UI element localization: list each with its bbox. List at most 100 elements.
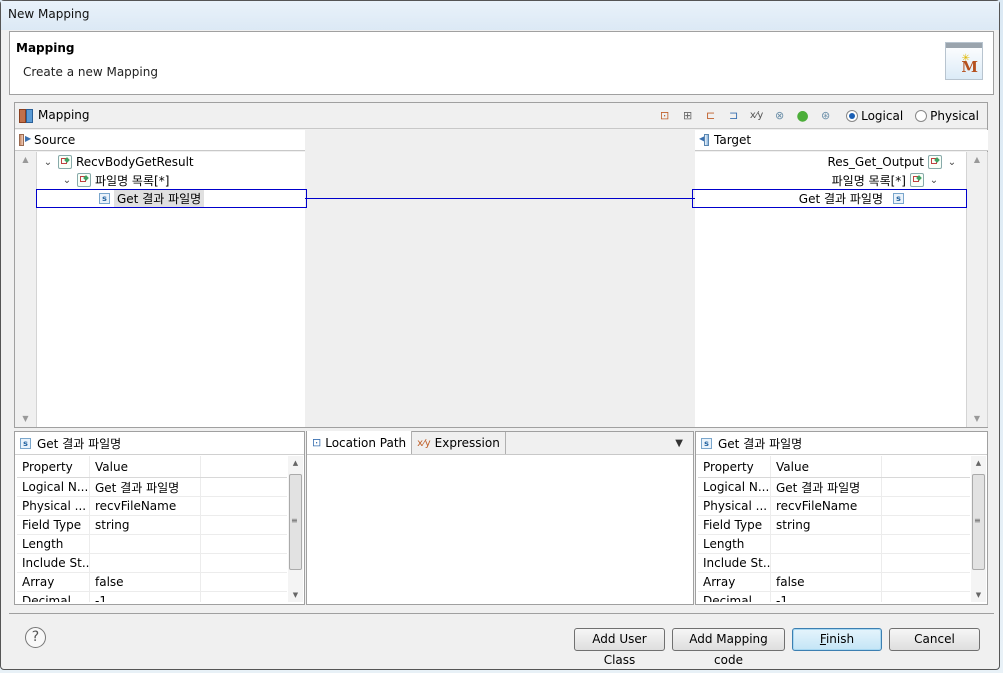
auto-connect-icon[interactable]: ⊞ bbox=[679, 107, 696, 124]
chevron-down-icon[interactable]: ⌄ bbox=[42, 157, 54, 168]
property-name: Decimal bbox=[698, 592, 771, 602]
property-value[interactable]: false bbox=[771, 573, 882, 591]
logical-radio[interactable]: Logical bbox=[846, 109, 903, 123]
target-tree-scrollbar[interactable]: ▲ ▼ bbox=[966, 152, 988, 427]
property-value[interactable]: -1 bbox=[90, 592, 201, 602]
physical-radio-indicator[interactable] bbox=[915, 109, 928, 122]
header-description: Create a new Mapping bbox=[23, 65, 158, 79]
tree-item-label: 파일명 목록[*] bbox=[95, 173, 170, 188]
target-tree[interactable]: ▲ ▼ Res_Get_Output ⌄ 파일명 목록[*] ⌄ Get 결과 … bbox=[692, 152, 988, 427]
table-row[interactable]: Field Type string bbox=[17, 516, 287, 535]
mapping-link-line[interactable] bbox=[305, 198, 695, 199]
scroll-down-icon[interactable]: ▼ bbox=[967, 411, 987, 427]
property-value[interactable] bbox=[90, 554, 201, 572]
property-name: Length bbox=[17, 535, 90, 553]
mapping-canvas[interactable] bbox=[305, 130, 695, 427]
table-row[interactable]: Include St... bbox=[698, 554, 970, 573]
source-properties-scrollbar[interactable]: ▲ ≡ ▼ bbox=[288, 456, 303, 602]
help-icon[interactable]: ? bbox=[25, 627, 46, 648]
property-name: Field Type bbox=[698, 516, 771, 534]
tree-item[interactable]: ⌄ 파일명 목록[*] bbox=[61, 171, 169, 189]
property-value[interactable]: recvFileName bbox=[771, 497, 882, 515]
array-node-icon bbox=[910, 173, 924, 187]
tree-item[interactable]: Get 결과 파일명 s bbox=[799, 189, 904, 207]
property-value[interactable]: -1 bbox=[771, 592, 882, 602]
finish-button[interactable]: Finish bbox=[792, 628, 882, 651]
table-row[interactable]: Include St... bbox=[17, 554, 287, 573]
property-name: Decimal bbox=[17, 592, 90, 602]
scroll-up-icon[interactable]: ▲ bbox=[971, 459, 986, 467]
tree-item-label: Res_Get_Output bbox=[827, 155, 924, 169]
physical-radio[interactable]: Physical bbox=[915, 109, 979, 123]
tree-item[interactable]: 파일명 목록[*] ⌄ bbox=[832, 171, 940, 189]
table-row[interactable]: Logical N... Get 결과 파일명 bbox=[698, 478, 970, 497]
chevron-down-icon[interactable]: ⌄ bbox=[946, 157, 958, 168]
table-row[interactable]: Array false bbox=[17, 573, 287, 592]
tree-item[interactable]: s Get 결과 파일명 bbox=[99, 189, 205, 207]
property-value[interactable]: string bbox=[771, 516, 882, 534]
scroll-down-icon[interactable]: ▼ bbox=[15, 411, 36, 427]
source-tree-scrollbar[interactable]: ▲ ▼ bbox=[15, 152, 37, 427]
green-status-icon[interactable]: ● bbox=[794, 107, 811, 124]
table-row[interactable]: Field Type string bbox=[698, 516, 970, 535]
scroll-up-icon[interactable]: ▲ bbox=[15, 152, 36, 168]
column-header-property[interactable]: Property bbox=[17, 456, 90, 477]
property-value[interactable] bbox=[771, 535, 882, 553]
settings-icon[interactable]: ⊛ bbox=[817, 107, 834, 124]
property-name: Physical ... bbox=[698, 497, 771, 515]
table-row[interactable]: Decimal -1 bbox=[698, 592, 970, 602]
chevron-down-icon[interactable]: ⌄ bbox=[61, 175, 73, 186]
property-value[interactable]: string bbox=[90, 516, 201, 534]
mapping-panel: Mapping ⊡ ⊞ ⊏ ⊐ x⁄y ⊗ ● ⊛ Logical Physic… bbox=[14, 102, 988, 428]
array-node-icon bbox=[77, 173, 91, 187]
group-node-icon bbox=[58, 155, 72, 169]
tab-expression[interactable]: x⁄y Expression bbox=[412, 432, 506, 454]
connect-icon[interactable]: ⊡ bbox=[656, 107, 673, 124]
property-value[interactable]: Get 결과 파일명 bbox=[771, 478, 882, 496]
table-row[interactable]: Length bbox=[17, 535, 287, 554]
tree-item[interactable]: ⌄ RecvBodyGetResult bbox=[42, 153, 194, 171]
property-value[interactable] bbox=[90, 535, 201, 553]
group-node-icon bbox=[928, 155, 942, 169]
tab-label: Expression bbox=[434, 436, 500, 450]
table-row[interactable]: Length bbox=[698, 535, 970, 554]
property-value[interactable]: recvFileName bbox=[90, 497, 201, 515]
property-value[interactable]: false bbox=[90, 573, 201, 591]
table-row[interactable]: Logical N... Get 결과 파일명 bbox=[17, 478, 287, 497]
target-properties-table: Property Value Logical N... Get 결과 파일명 Ph… bbox=[698, 456, 970, 602]
tab-location-path[interactable]: ⊡ Location Path bbox=[307, 431, 413, 454]
column-header-value[interactable]: Value bbox=[771, 456, 882, 477]
property-value[interactable] bbox=[771, 554, 882, 572]
expression-icon: x⁄y bbox=[417, 437, 431, 449]
add-user-class-button[interactable]: Add User Class bbox=[574, 628, 665, 667]
expand-target-icon[interactable]: ⊐ bbox=[725, 107, 742, 124]
expand-source-icon[interactable]: ⊏ bbox=[702, 107, 719, 124]
scroll-up-icon[interactable]: ▲ bbox=[288, 459, 303, 467]
column-header-value[interactable]: Value bbox=[90, 456, 201, 477]
source-header: ▶ Source bbox=[15, 130, 305, 151]
property-value[interactable]: Get 결과 파일명 bbox=[90, 478, 201, 496]
table-row[interactable]: Physical ... recvFileName bbox=[17, 497, 287, 516]
add-mapping-code-button[interactable]: Add Mapping code bbox=[672, 628, 785, 667]
cancel-button[interactable]: Cancel bbox=[889, 628, 980, 651]
logical-radio-label: Logical bbox=[861, 108, 904, 123]
target-properties-scrollbar[interactable]: ▲ ≡ ▼ bbox=[971, 456, 986, 602]
physical-radio-label: Physical bbox=[930, 108, 979, 123]
table-row[interactable]: Physical ... recvFileName bbox=[698, 497, 970, 516]
remove-link-icon[interactable]: ⊗ bbox=[771, 107, 788, 124]
table-row[interactable]: Array false bbox=[698, 573, 970, 592]
column-header-property[interactable]: Property bbox=[698, 456, 771, 477]
tree-item[interactable]: Res_Get_Output ⌄ bbox=[827, 153, 958, 171]
logical-radio-indicator[interactable] bbox=[846, 109, 859, 122]
tab-list-dropdown-icon[interactable]: ▼ bbox=[675, 438, 683, 449]
expression-icon[interactable]: x⁄y bbox=[748, 107, 765, 124]
window-title: New Mapping bbox=[1, 1, 999, 30]
chevron-down-icon[interactable]: ⌄ bbox=[928, 175, 940, 186]
scroll-down-icon[interactable]: ▼ bbox=[971, 591, 986, 599]
scroll-down-icon[interactable]: ▼ bbox=[288, 591, 303, 599]
table-row[interactable]: Decimal -1 bbox=[17, 592, 287, 602]
property-name: Field Type bbox=[17, 516, 90, 534]
property-name: Logical N... bbox=[17, 478, 90, 496]
scroll-up-icon[interactable]: ▲ bbox=[967, 152, 987, 168]
source-tree[interactable]: ▲ ▼ ⌄ RecvBodyGetResult ⌄ 파일명 목록[*] s Ge… bbox=[15, 152, 307, 427]
